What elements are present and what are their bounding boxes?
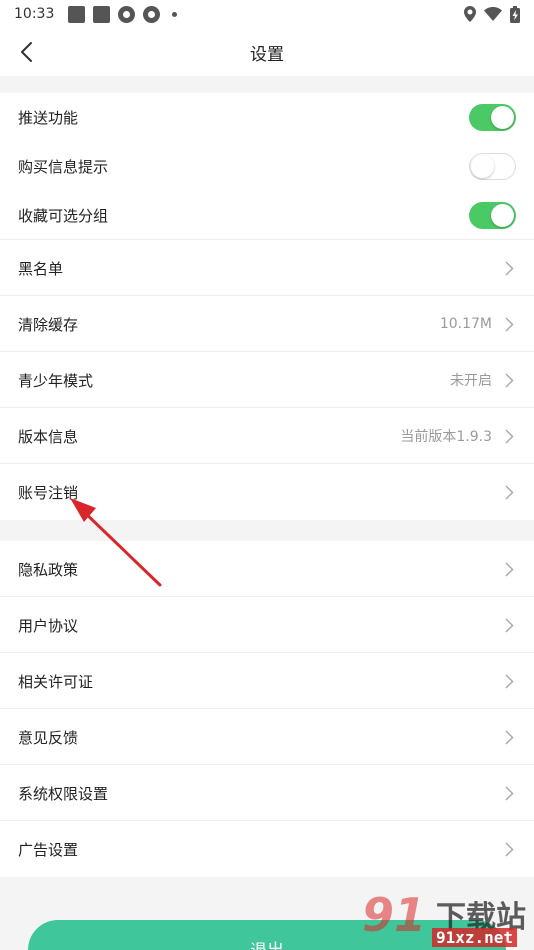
favorite-group-toggle[interactable] <box>469 202 516 229</box>
toggle-row-purchase-info: 购买信息提示 <box>0 142 534 191</box>
link-item-label: 相关许可证 <box>18 672 94 691</box>
settings-item-delete-account[interactable]: 账号注销 <box>0 464 534 520</box>
chevron-right-icon <box>502 673 516 689</box>
page-title: 设置 <box>250 44 284 65</box>
toggle-knob <box>491 106 514 129</box>
chevron-right-icon <box>502 617 516 633</box>
settings-item-clear-cache[interactable]: 清除缓存 10.17M <box>0 296 534 352</box>
watermark-logo: 91 <box>362 888 427 942</box>
link-item-label: 用户协议 <box>18 616 79 635</box>
notification-icon <box>68 5 86 23</box>
link-item-label: 意见反馈 <box>18 728 79 747</box>
link-item-licenses[interactable]: 相关许可证 <box>0 653 534 709</box>
settings-item-label: 青少年模式 <box>18 371 94 390</box>
link-item-feedback[interactable]: 意见反馈 <box>0 709 534 765</box>
chevron-right-icon <box>502 316 516 332</box>
location-icon <box>464 6 476 22</box>
chevron-right-icon <box>502 372 516 388</box>
back-arrow-icon <box>21 42 32 62</box>
purchase-info-toggle[interactable] <box>469 153 516 180</box>
status-bar: 10:33 <box>0 0 534 28</box>
chevron-right-icon <box>502 729 516 745</box>
chevron-right-icon <box>502 561 516 577</box>
settings-section-links: 隐私政策 用户协议 相关许可证 意见反馈 系统权限设置 广告设置 <box>0 541 534 877</box>
link-item-ad-settings[interactable]: 广告设置 <box>0 821 534 877</box>
battery-icon <box>510 5 520 23</box>
link-item-user-agreement[interactable]: 用户协议 <box>0 597 534 653</box>
settings-item-label: 清除缓存 <box>18 315 79 334</box>
toggle-knob <box>471 155 494 178</box>
toggle-label: 购买信息提示 <box>18 158 109 176</box>
link-item-privacy-policy[interactable]: 隐私政策 <box>0 541 534 597</box>
cache-size-value: 10.17M <box>439 316 492 332</box>
link-item-system-permissions[interactable]: 系统权限设置 <box>0 765 534 821</box>
toggle-label: 收藏可选分组 <box>18 207 109 225</box>
toggle-label: 推送功能 <box>18 109 79 127</box>
version-value: 当前版本1.9.3 <box>400 429 492 445</box>
settings-section-general: 推送功能 购买信息提示 收藏可选分组 黑名单 清除缓存 10.17M 青少年模式… <box>0 93 534 520</box>
settings-item-label: 版本信息 <box>18 427 79 446</box>
notification-icon <box>93 5 111 23</box>
settings-item-version[interactable]: 版本信息 当前版本1.9.3 <box>0 408 534 464</box>
settings-item-label: 黑名单 <box>18 259 64 278</box>
link-item-label: 隐私政策 <box>18 560 79 579</box>
chevron-right-icon <box>502 841 516 857</box>
chevron-right-icon <box>502 484 516 500</box>
notification-icon <box>118 5 136 23</box>
notification-icon <box>143 5 161 23</box>
more-notifications-icon <box>172 11 178 17</box>
settings-item-blacklist[interactable]: 黑名单 <box>0 240 534 296</box>
toggle-row-push: 推送功能 <box>0 93 534 142</box>
push-toggle[interactable] <box>469 104 516 131</box>
chevron-right-icon <box>502 785 516 801</box>
wifi-icon <box>484 7 502 21</box>
logout-label: 退出 <box>250 936 284 950</box>
link-item-label: 广告设置 <box>18 840 79 859</box>
watermark-url: 91xz.net <box>432 928 518 947</box>
status-time: 10:33 <box>14 6 55 22</box>
toggle-row-favorite-group: 收藏可选分组 <box>0 191 534 240</box>
teen-mode-value: 未开启 <box>450 373 492 389</box>
back-button[interactable] <box>12 38 40 66</box>
link-item-label: 系统权限设置 <box>18 784 109 803</box>
settings-item-teen-mode[interactable]: 青少年模式 未开启 <box>0 352 534 408</box>
chevron-right-icon <box>502 428 516 444</box>
app-header: 设置 <box>0 28 534 76</box>
watermark: 91 下载站 91xz.net <box>358 888 534 950</box>
toggle-knob <box>491 204 514 227</box>
settings-item-label: 账号注销 <box>18 483 79 502</box>
chevron-right-icon <box>502 260 516 276</box>
